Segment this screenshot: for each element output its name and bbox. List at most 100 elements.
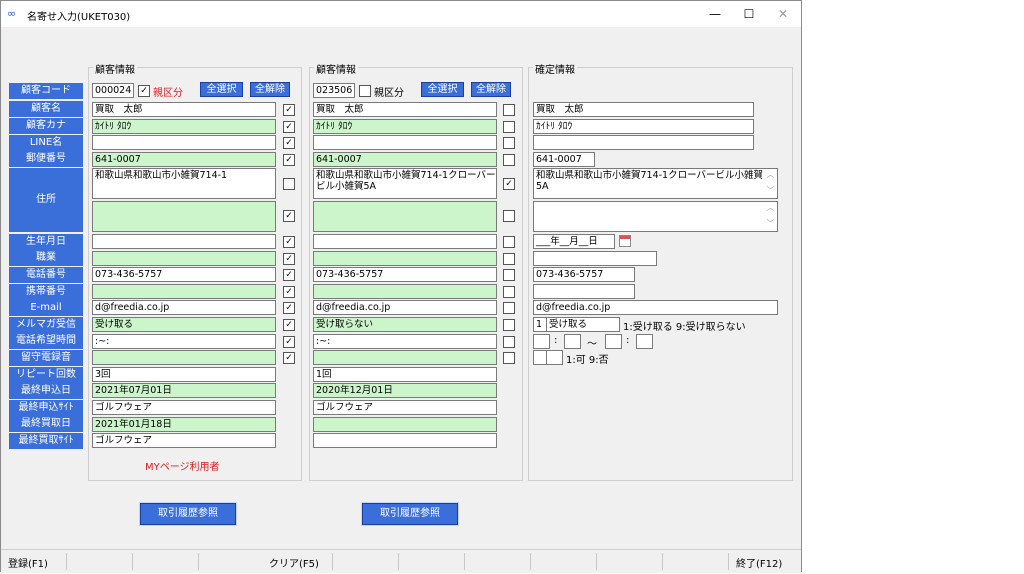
left-line-input[interactable] <box>92 135 276 150</box>
call-time-to-hour[interactable] <box>605 334 622 349</box>
left-deselect-all-button[interactable]: 全解除 <box>250 82 290 97</box>
middle-email-input[interactable]: d@freedia.co.jp <box>313 300 497 315</box>
left-check-answering[interactable]: ✓ <box>283 352 295 364</box>
middle-check-birthday[interactable] <box>503 236 515 248</box>
left-zip-input[interactable]: 641-0007 <box>92 152 276 167</box>
left-answering-input[interactable] <box>92 350 276 365</box>
middle-check-job[interactable] <box>503 253 515 265</box>
scroll-down-icon[interactable]: ﹀ <box>765 185 776 196</box>
right-kana-input[interactable]: ｶｲﾄﾘ ﾀﾛｳ <box>533 119 754 134</box>
left-check-zip[interactable]: ✓ <box>283 154 295 166</box>
right-answering-code-input[interactable] <box>533 350 547 365</box>
left-check-call-time[interactable]: ✓ <box>283 336 295 348</box>
left-mobile-input[interactable] <box>92 284 276 299</box>
left-select-all-button[interactable]: 全選択 <box>200 82 243 97</box>
middle-check-mailmag[interactable] <box>503 319 515 331</box>
left-history-button[interactable]: 取引履歴参照 <box>140 503 236 525</box>
right-job-input[interactable] <box>533 251 657 266</box>
middle-select-all-button[interactable]: 全選択 <box>421 82 464 97</box>
left-oyakubun-checkbox[interactable]: ✓ <box>138 85 150 97</box>
middle-phone-input[interactable]: 073-436-5757 <box>313 267 497 282</box>
left-last-buy-date-input[interactable]: 2021年01月18日 <box>92 417 276 432</box>
middle-check-address2[interactable] <box>503 210 515 222</box>
middle-check-kana[interactable] <box>503 121 515 133</box>
middle-last-apply-site-input[interactable]: ゴルフウェア <box>313 400 497 415</box>
middle-line-input[interactable] <box>313 135 497 150</box>
left-kana-input[interactable]: ｶｲﾄﾘ ﾀﾛｳ <box>92 119 276 134</box>
left-check-address2[interactable]: ✓ <box>283 210 295 222</box>
middle-name-input[interactable]: 買取 太郎 <box>313 102 497 117</box>
left-phone-input[interactable]: 073-436-5757 <box>92 267 276 282</box>
right-address1-input[interactable]: 和歌山県和歌山市小雑賀714-1クローバービル小雑賀5A <box>533 168 778 199</box>
middle-check-email[interactable] <box>503 302 515 314</box>
middle-mobile-input[interactable] <box>313 284 497 299</box>
middle-check-call-time[interactable] <box>503 336 515 348</box>
left-check-name[interactable]: ✓ <box>283 104 295 116</box>
maximize-button[interactable]: ☐ <box>732 1 766 27</box>
middle-kana-input[interactable]: ｶｲﾄﾘ ﾀﾛｳ <box>313 119 497 134</box>
left-last-apply-site-input[interactable]: ゴルフウェア <box>92 400 276 415</box>
middle-call-time-input[interactable]: :~: <box>313 334 497 349</box>
f5-clear-button[interactable]: クリア(F5) <box>269 555 319 570</box>
middle-job-input[interactable] <box>313 251 497 266</box>
right-address2-input[interactable] <box>533 201 778 232</box>
left-check-email[interactable]: ✓ <box>283 302 295 314</box>
right-mobile-input[interactable] <box>533 284 635 299</box>
left-address2-input[interactable] <box>92 201 276 232</box>
left-address1-input[interactable]: 和歌山県和歌山市小雑賀714-1 <box>92 168 276 199</box>
f12-exit-button[interactable]: 終了(F12) <box>736 555 782 570</box>
middle-repeat-input[interactable]: 1回 <box>313 367 497 382</box>
calendar-icon[interactable] <box>619 235 631 247</box>
middle-oyakubun-checkbox[interactable] <box>359 85 371 97</box>
middle-answering-input[interactable] <box>313 350 497 365</box>
middle-check-answering[interactable] <box>503 352 515 364</box>
left-last-apply-date-input[interactable]: 2021年07月01日 <box>92 383 276 398</box>
middle-deselect-all-button[interactable]: 全解除 <box>471 82 511 97</box>
left-birthday-input[interactable] <box>92 234 276 249</box>
minimize-button[interactable]: — <box>698 1 732 27</box>
right-email-input[interactable]: d@freedia.co.jp <box>533 300 778 315</box>
left-last-buy-site-input[interactable]: ゴルフウェア <box>92 433 276 448</box>
middle-check-name[interactable] <box>503 104 515 116</box>
left-code-input[interactable]: 000024 <box>92 83 134 98</box>
right-phone-input[interactable]: 073-436-5757 <box>533 267 635 282</box>
middle-check-phone[interactable] <box>503 269 515 281</box>
left-check-birthday[interactable]: ✓ <box>283 236 295 248</box>
middle-zip-input[interactable]: 641-0007 <box>313 152 497 167</box>
close-button[interactable]: ✕ <box>766 1 800 27</box>
left-check-line[interactable]: ✓ <box>283 137 295 149</box>
middle-last-buy-site-input[interactable] <box>313 433 497 448</box>
middle-address1-input[interactable]: 和歌山県和歌山市小雑賀714-1クローバービル小雑賀5A <box>313 168 497 199</box>
left-name-input[interactable]: 買取 太郎 <box>92 102 276 117</box>
call-time-to-minute[interactable] <box>636 334 653 349</box>
call-time-from-hour[interactable] <box>533 334 550 349</box>
left-mailmag-input[interactable]: 受け取る <box>92 317 276 332</box>
left-check-phone[interactable]: ✓ <box>283 269 295 281</box>
middle-check-line[interactable] <box>503 137 515 149</box>
scroll-down-icon[interactable]: ﹀ <box>765 218 776 229</box>
right-zip-input[interactable]: 641-0007 <box>533 152 595 167</box>
left-job-input[interactable] <box>92 251 276 266</box>
middle-mailmag-input[interactable]: 受け取らない <box>313 317 497 332</box>
left-call-time-input[interactable]: :~: <box>92 334 276 349</box>
middle-last-apply-date-input[interactable]: 2020年12月01日 <box>313 383 497 398</box>
left-check-mobile[interactable]: ✓ <box>283 286 295 298</box>
left-check-kana[interactable]: ✓ <box>283 121 295 133</box>
right-name-input[interactable]: 買取 太郎 <box>533 102 754 117</box>
scroll-up-icon[interactable]: ︿ <box>765 202 776 213</box>
middle-code-input[interactable]: 023506 <box>313 83 355 98</box>
left-check-job[interactable]: ✓ <box>283 253 295 265</box>
left-email-input[interactable]: d@freedia.co.jp <box>92 300 276 315</box>
middle-birthday-input[interactable] <box>313 234 497 249</box>
right-birthday-input[interactable]: ___年__月__日 <box>533 234 615 249</box>
right-mailmag-code-input[interactable]: 1 <box>533 317 547 332</box>
middle-last-buy-date-input[interactable] <box>313 417 497 432</box>
scroll-up-icon[interactable]: ︿ <box>765 169 776 180</box>
middle-address2-input[interactable] <box>313 201 497 232</box>
right-line-input[interactable] <box>533 135 754 150</box>
call-time-from-minute[interactable] <box>564 334 581 349</box>
left-check-address1[interactable] <box>283 178 295 190</box>
left-check-mailmag[interactable]: ✓ <box>283 319 295 331</box>
middle-history-button[interactable]: 取引履歴参照 <box>362 503 458 525</box>
f1-register-button[interactable]: 登録(F1) <box>8 555 48 570</box>
